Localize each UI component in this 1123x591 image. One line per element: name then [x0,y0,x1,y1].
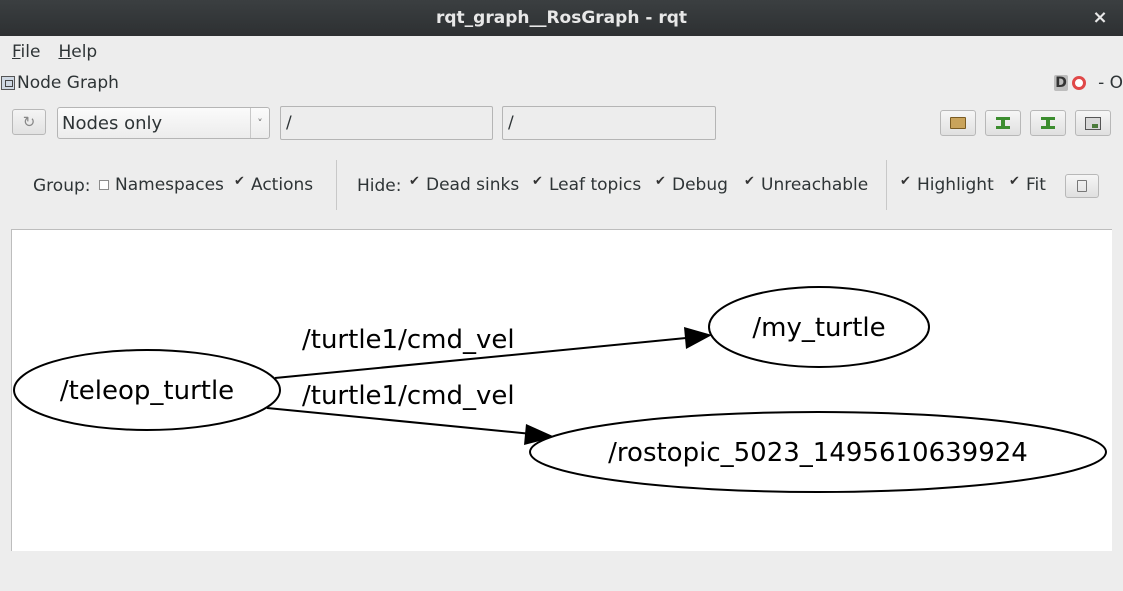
refresh-button[interactable]: ↻ [12,109,46,135]
unreachable-checkbox-box [744,177,755,190]
dead-sinks-checkbox[interactable]: Dead sinks [409,175,519,195]
save-dot-button[interactable] [985,110,1021,136]
help-lifebuoy-icon[interactable] [1072,76,1087,90]
edge-label-rostopic: /turtle1/cmd_vel [302,381,515,411]
topic-filter-input[interactable] [502,106,716,140]
ros-graph: /turtle1/cmd_vel /turtle1/cmd_vel /teleo… [13,286,1107,493]
fit-view-button[interactable] [1065,174,1099,198]
node-label-teleop-turtle: /teleop_turtle [60,376,234,406]
node-filter-input[interactable] [280,106,493,140]
menu-bar: File Help [0,36,1123,68]
fit-checkbox-box [1009,177,1020,190]
debug-checkbox[interactable]: Debug [655,175,728,195]
unreachable-checkbox[interactable]: Unreachable [744,175,868,195]
graph-mode-value: Nodes only [62,112,163,134]
save-svg-button[interactable] [1030,110,1066,136]
graph-toolbar: ↻ Nodes only ˅ [0,104,1123,142]
node-label-rostopic: /rostopic_5023_1495610639924 [608,438,1028,468]
leaf-topics-checkbox[interactable]: Leaf topics [532,175,641,195]
chevron-down-icon: ˅ [250,108,269,138]
folder-icon [950,117,966,129]
window-titlebar: rqt_graph__RosGraph - rqt × [0,0,1123,36]
menu-file[interactable]: File [6,42,46,62]
refresh-icon: ↻ [22,113,36,131]
edge-arrowhead [684,327,712,349]
menu-help[interactable]: Help [52,42,103,62]
namespaces-checkbox-box [99,180,109,190]
save-image-icon [1085,116,1101,130]
divider [336,160,337,210]
actions-checkbox[interactable]: Actions [234,175,313,195]
fit-in-view-icon [996,117,1010,129]
close-icon[interactable]: × [1089,6,1111,28]
debug-checkbox-box [655,177,666,190]
graph-mode-select[interactable]: Nodes only ˅ [57,107,270,139]
namespaces-checkbox[interactable]: Namespaces [99,175,224,195]
options-bar: Group: Namespaces Actions Hide: Dead sin… [0,158,1123,214]
plugin-header: Node Graph D - O [0,70,1123,96]
plugin-minimize-close[interactable]: - O [1098,73,1123,93]
graph-canvas[interactable]: /turtle1/cmd_vel /turtle1/cmd_vel /teleo… [11,229,1112,551]
d-icon[interactable]: D [1054,75,1069,91]
hide-label: Hide: [357,176,402,196]
highlight-checkbox-box [900,177,911,190]
window-title: rqt_graph__RosGraph - rqt [435,8,687,28]
plugin-controls: D - O [1054,70,1123,96]
divider [886,160,887,210]
fit-in-view-icon [1041,117,1055,129]
edge-teleop-rostopic[interactable] [266,407,533,435]
save-image-button[interactable] [1075,110,1111,136]
dead-sinks-checkbox-box [409,177,420,190]
load-dot-button[interactable] [940,110,976,136]
group-label: Group: [33,176,91,196]
node-label-my-turtle: /my_turtle [752,313,885,343]
leaf-topics-checkbox-box [532,177,543,190]
plugin-title: Node Graph [17,73,119,93]
fit-view-icon [1077,180,1087,192]
fit-checkbox[interactable]: Fit [1009,175,1046,195]
node-graph-icon [1,76,15,90]
highlight-checkbox[interactable]: Highlight [900,175,994,195]
edge-label-my-turtle: /turtle1/cmd_vel [302,325,515,355]
actions-checkbox-box [234,177,245,190]
